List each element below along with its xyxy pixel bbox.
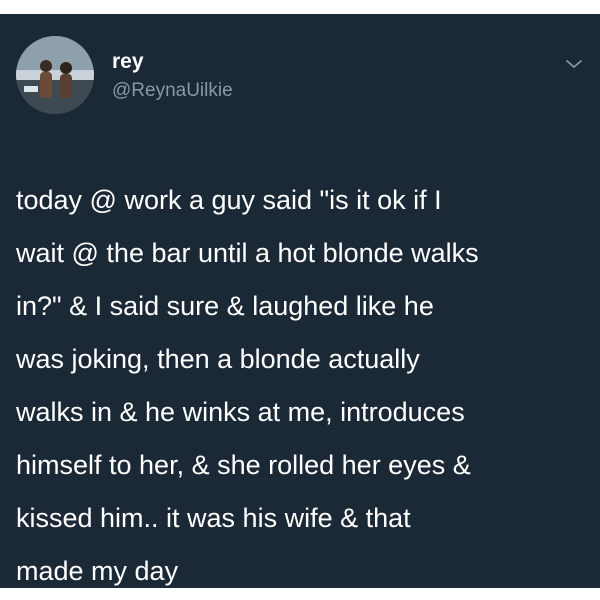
tweet-line: today @ work a guy said "is it ok if I bbox=[16, 185, 442, 215]
tweet-text: today @ work a guy said "is it ok if I w… bbox=[16, 174, 588, 598]
display-name[interactable]: rey bbox=[112, 50, 144, 74]
avatar[interactable] bbox=[16, 36, 94, 114]
user-handle[interactable]: @ReynaUilkie bbox=[112, 80, 233, 102]
tweet-line: himself to her, & she rolled her eyes & bbox=[16, 450, 471, 480]
tweet-line: made my day bbox=[16, 556, 179, 586]
tweet-line: kissed him.. it was his wife & that bbox=[16, 503, 411, 533]
tweet-line: in?" & I said sure & laughed like he bbox=[16, 291, 434, 321]
chevron-down-icon[interactable] bbox=[565, 58, 583, 70]
tweet-line: wait @ the bar until a hot blonde walks bbox=[16, 238, 479, 268]
profile-photo bbox=[16, 36, 94, 114]
tweet-card: rey @ReynaUilkie today @ work a guy said… bbox=[0, 14, 600, 588]
tweet-line: was joking, then a blonde actually bbox=[16, 344, 420, 374]
tweet-line: walks in & he winks at me, introduces bbox=[16, 397, 465, 427]
